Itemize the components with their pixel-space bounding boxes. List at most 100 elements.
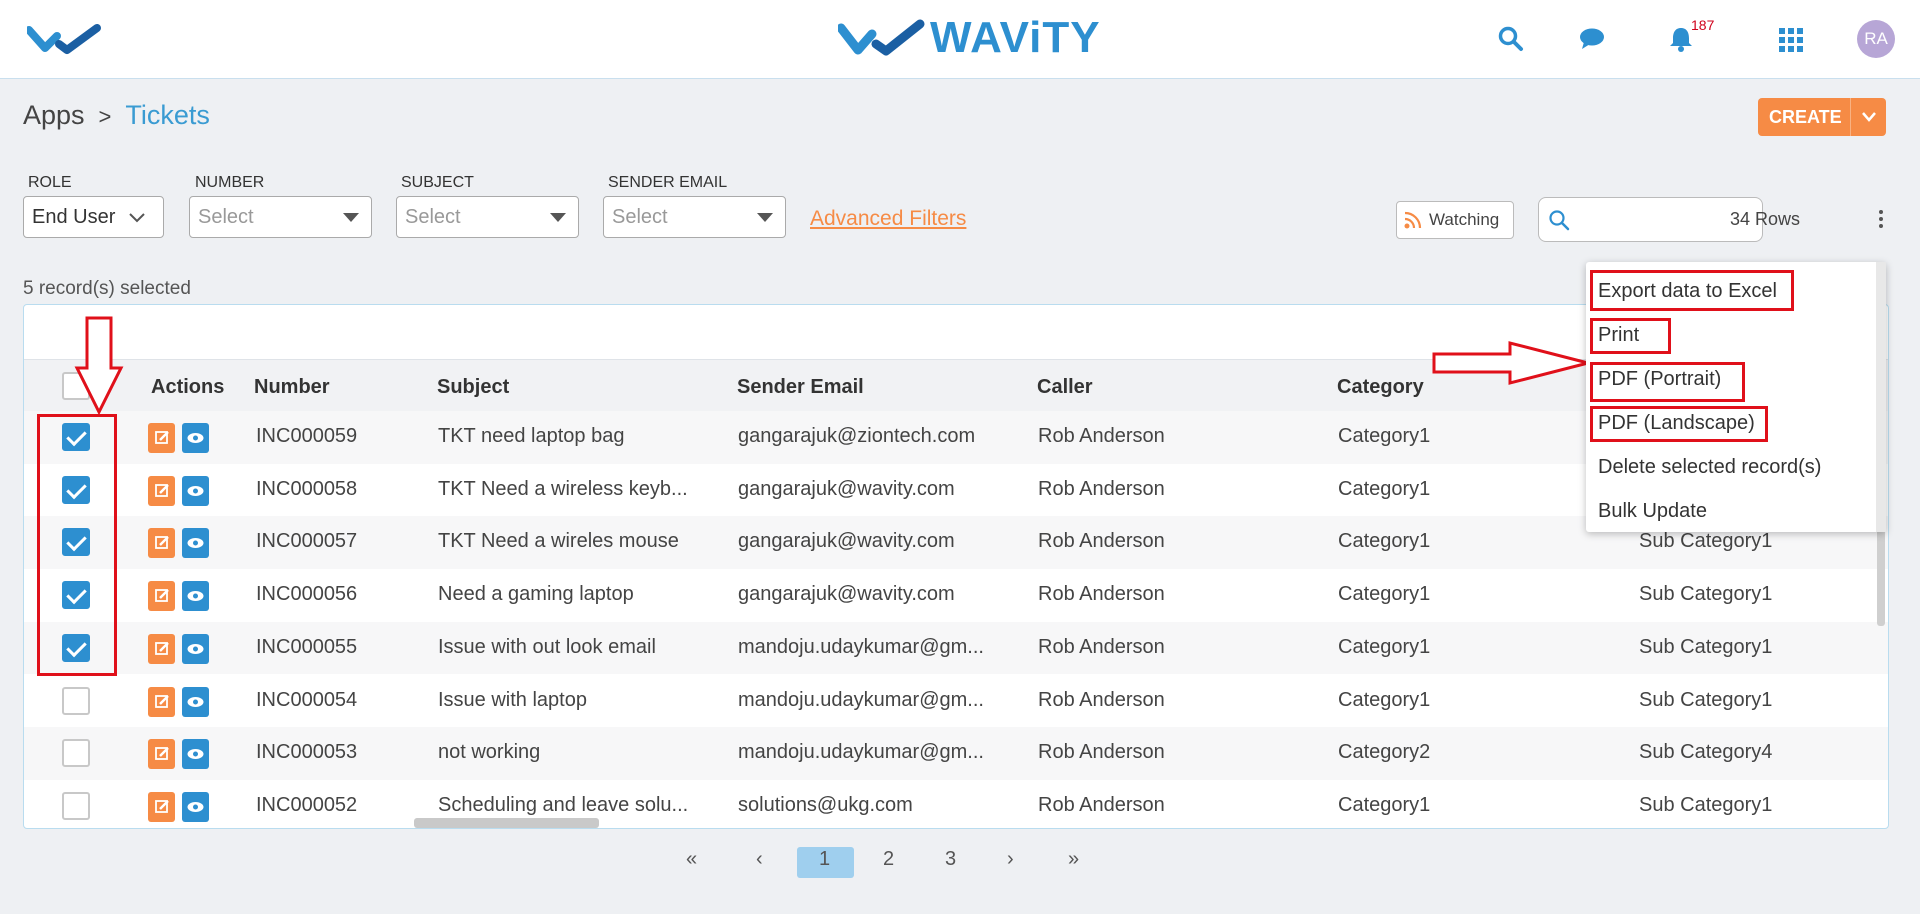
view-icon[interactable] bbox=[182, 475, 209, 506]
edit-icon[interactable] bbox=[148, 423, 175, 453]
ticket-caller: Rob Anderson bbox=[1038, 425, 1165, 447]
edit-icon[interactable] bbox=[148, 791, 175, 822]
edit-icon[interactable] bbox=[148, 528, 175, 559]
table-row: INC000056 Need a gaming laptop gangarajuk@… bbox=[24, 569, 1888, 622]
ticket-category: Category1 bbox=[1338, 477, 1431, 500]
ticket-number[interactable]: INC000057 bbox=[256, 530, 357, 553]
row-select-checkbox[interactable] bbox=[62, 739, 90, 768]
horizontal-scrollbar[interactable] bbox=[414, 818, 599, 828]
ticket-category: Category1 bbox=[1338, 793, 1431, 816]
ticket-subject: TKT Need a wireles mouse bbox=[438, 530, 679, 553]
column-header-subject[interactable]: Subject bbox=[437, 376, 509, 399]
ticket-caller: Rob Anderson bbox=[1038, 741, 1165, 764]
create-button[interactable]: CREATE bbox=[1758, 98, 1886, 136]
view-icon[interactable] bbox=[182, 739, 209, 770]
sender-email-filter-select[interactable]: Select bbox=[603, 196, 786, 238]
ticket-subject: TKT Need a wireless keyb... bbox=[438, 477, 688, 500]
ticket-sender-email: gangarajuk@wavity.com bbox=[738, 583, 955, 606]
search-icon bbox=[1549, 210, 1570, 231]
ticket-sender-email: mandoju.udaykumar@gm... bbox=[738, 741, 984, 764]
annotation-down-arrow-icon bbox=[74, 316, 124, 416]
ticket-category: Category1 bbox=[1338, 425, 1431, 447]
column-header-sender-email[interactable]: Sender Email bbox=[737, 376, 864, 399]
subject-filter-select[interactable]: Select bbox=[396, 196, 579, 238]
breadcrumb: Apps > Tickets bbox=[23, 100, 210, 131]
number-filter-select[interactable]: Select bbox=[189, 196, 372, 238]
view-icon[interactable] bbox=[182, 581, 209, 612]
chevron-down-icon[interactable] bbox=[1861, 111, 1877, 123]
user-avatar[interactable]: RA bbox=[1857, 20, 1895, 58]
annotation-export-highlight bbox=[1590, 270, 1794, 311]
sender-email-filter-placeholder: Select bbox=[612, 205, 668, 228]
ticket-caller: Rob Anderson bbox=[1038, 635, 1165, 658]
ticket-number[interactable]: INC000055 bbox=[256, 636, 357, 659]
advanced-filters-link[interactable]: Advanced Filters bbox=[810, 207, 966, 231]
ticket-subject: Scheduling and leave solu... bbox=[438, 793, 689, 816]
subject-filter-label: SUBJECT bbox=[401, 174, 474, 191]
annotation-print-highlight bbox=[1590, 318, 1671, 354]
row-select-checkbox[interactable] bbox=[62, 791, 90, 820]
chat-icon[interactable] bbox=[1577, 24, 1607, 54]
page-1-link[interactable]: 1 bbox=[819, 848, 830, 871]
app-logo-icon[interactable] bbox=[27, 22, 103, 56]
page-2-link[interactable]: 2 bbox=[883, 848, 894, 871]
ticket-sender-email: gangarajuk@wavity.com bbox=[738, 477, 955, 500]
view-icon[interactable] bbox=[182, 633, 209, 664]
more-options-icon[interactable] bbox=[1878, 208, 1884, 230]
column-header-caller[interactable]: Caller bbox=[1037, 376, 1093, 399]
row-select-checkbox[interactable] bbox=[62, 686, 90, 715]
first-page-icon[interactable]: « bbox=[686, 848, 697, 871]
watching-button[interactable]: Watching bbox=[1396, 201, 1514, 239]
ticket-number[interactable]: INC000052 bbox=[256, 794, 357, 817]
table-row: INC000055 Issue with out look email mandoj… bbox=[24, 621, 1888, 675]
annotation-pdf-landscape-highlight bbox=[1590, 406, 1768, 442]
ticket-category: Category1 bbox=[1338, 688, 1431, 711]
ticket-number[interactable]: INC000053 bbox=[256, 741, 357, 764]
ticket-number[interactable]: INC000056 bbox=[256, 583, 357, 606]
ticket-number[interactable]: INC000059 bbox=[256, 425, 357, 448]
annotation-pdf-portrait-highlight bbox=[1590, 362, 1745, 402]
annotation-checkbox-highlight bbox=[37, 414, 117, 676]
ticket-category: Category1 bbox=[1338, 583, 1431, 606]
ticket-number[interactable]: INC000054 bbox=[256, 689, 357, 712]
breadcrumb-tickets: Tickets bbox=[125, 100, 210, 130]
caret-down-icon bbox=[550, 213, 566, 222]
sender-email-filter-label: SENDER EMAIL bbox=[608, 174, 728, 191]
search-icon[interactable] bbox=[1496, 24, 1526, 54]
menu-item-bulk-update[interactable]: Bulk Update bbox=[1598, 500, 1707, 523]
apps-grid-icon[interactable] bbox=[1778, 27, 1804, 53]
edit-icon[interactable] bbox=[148, 581, 175, 612]
ticket-sender-email: mandoju.udaykumar@gm... bbox=[738, 635, 984, 658]
table-row: INC000053 not working mandoju.udaykumar@gm… bbox=[24, 727, 1888, 780]
ticket-subcategory: Sub Category1 bbox=[1639, 793, 1773, 816]
menu-item-delete-selected[interactable]: Delete selected record(s) bbox=[1598, 456, 1821, 479]
previous-page-icon[interactable]: ‹ bbox=[756, 848, 763, 871]
edit-icon[interactable] bbox=[148, 475, 175, 506]
row-count: 34 Rows bbox=[1730, 209, 1801, 229]
edit-icon[interactable] bbox=[148, 739, 175, 770]
page-3-link[interactable]: 3 bbox=[945, 848, 956, 871]
edit-icon[interactable] bbox=[148, 686, 175, 717]
view-icon[interactable] bbox=[182, 686, 209, 717]
view-icon[interactable] bbox=[182, 423, 209, 453]
ticket-number[interactable]: INC000058 bbox=[256, 478, 357, 501]
watching-label: Watching bbox=[1429, 210, 1500, 229]
column-header-number[interactable]: Number bbox=[254, 376, 330, 399]
create-button-label: CREATE bbox=[1769, 106, 1842, 127]
breadcrumb-apps[interactable]: Apps bbox=[23, 100, 85, 131]
caret-down-icon bbox=[343, 213, 359, 222]
table-row: INC000052 Scheduling and leave solu... sol… bbox=[24, 780, 1888, 828]
ticket-subcategory: Sub Category1 bbox=[1639, 530, 1773, 553]
role-filter-select[interactable]: End User bbox=[23, 196, 164, 238]
last-page-icon[interactable]: » bbox=[1068, 848, 1079, 871]
menu-scrollbar[interactable] bbox=[1876, 262, 1886, 532]
role-filter-label: ROLE bbox=[28, 174, 72, 191]
breadcrumb-separator: > bbox=[98, 104, 112, 129]
next-page-icon[interactable]: › bbox=[1007, 848, 1014, 871]
edit-icon[interactable] bbox=[148, 633, 175, 664]
subject-filter-placeholder: Select bbox=[405, 205, 461, 228]
view-icon[interactable] bbox=[182, 791, 209, 822]
column-header-category[interactable]: Category bbox=[1337, 376, 1424, 399]
view-icon[interactable] bbox=[182, 528, 209, 559]
ticket-category: Category1 bbox=[1338, 530, 1431, 553]
